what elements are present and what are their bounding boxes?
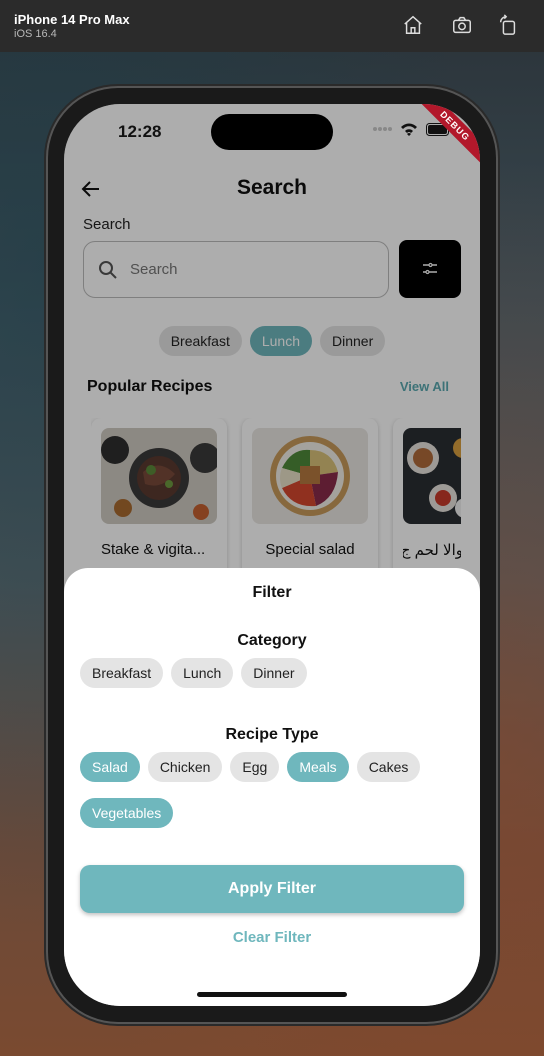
recipe-type-chip-salad[interactable]: Salad	[80, 752, 140, 782]
status-time: 12:28	[118, 122, 162, 141]
apply-filter-button[interactable]: Apply Filter	[80, 865, 464, 913]
phone-frame: 12:28 Search Search Search Breakfast Lun…	[48, 88, 496, 1022]
recipe-type-chip-cakes[interactable]: Cakes	[356, 752, 421, 782]
phone-screen: 12:28 Search Search Search Breakfast Lun…	[64, 104, 480, 1006]
category-chips: Breakfast Lunch Dinner	[80, 658, 470, 688]
recipe-type-chips: Salad Chicken Egg Meals Cakes Vegetables	[80, 752, 470, 828]
recipe-type-chip-egg[interactable]: Egg	[230, 752, 280, 782]
recipe-type-chip-meals[interactable]: Meals	[287, 752, 349, 782]
recipe-type-title: Recipe Type	[225, 726, 319, 743]
home-icon[interactable]	[402, 14, 424, 36]
category-chip-lunch[interactable]: Lunch	[171, 658, 234, 688]
category-title: Category	[237, 632, 307, 649]
category-chip-dinner[interactable]: Dinner	[241, 658, 307, 688]
rotate-icon[interactable]	[497, 14, 519, 36]
clear-filter-button[interactable]: Clear Filter	[64, 929, 480, 946]
home-indicator[interactable]	[197, 992, 347, 997]
status-icons	[372, 122, 452, 136]
category-chip-breakfast[interactable]: Breakfast	[80, 658, 164, 688]
recipe-type-chip-vegetables[interactable]: Vegetables	[80, 798, 174, 828]
os-version: iOS 16.4	[14, 28, 57, 40]
filter-sheet: Filter Category Breakfast Lunch Dinner R…	[64, 568, 480, 1006]
wifi-icon	[401, 123, 417, 136]
device-name: iPhone 14 Pro Max	[14, 12, 130, 27]
filter-sheet-title: Filter	[252, 584, 292, 601]
recipe-type-chip-chicken[interactable]: Chicken	[147, 752, 223, 782]
screenshot-icon[interactable]	[451, 14, 473, 36]
dynamic-island	[211, 114, 333, 150]
signal-icon	[373, 127, 392, 131]
simulator-toolbar: iPhone 14 Pro Max iOS 16.4	[0, 0, 544, 52]
